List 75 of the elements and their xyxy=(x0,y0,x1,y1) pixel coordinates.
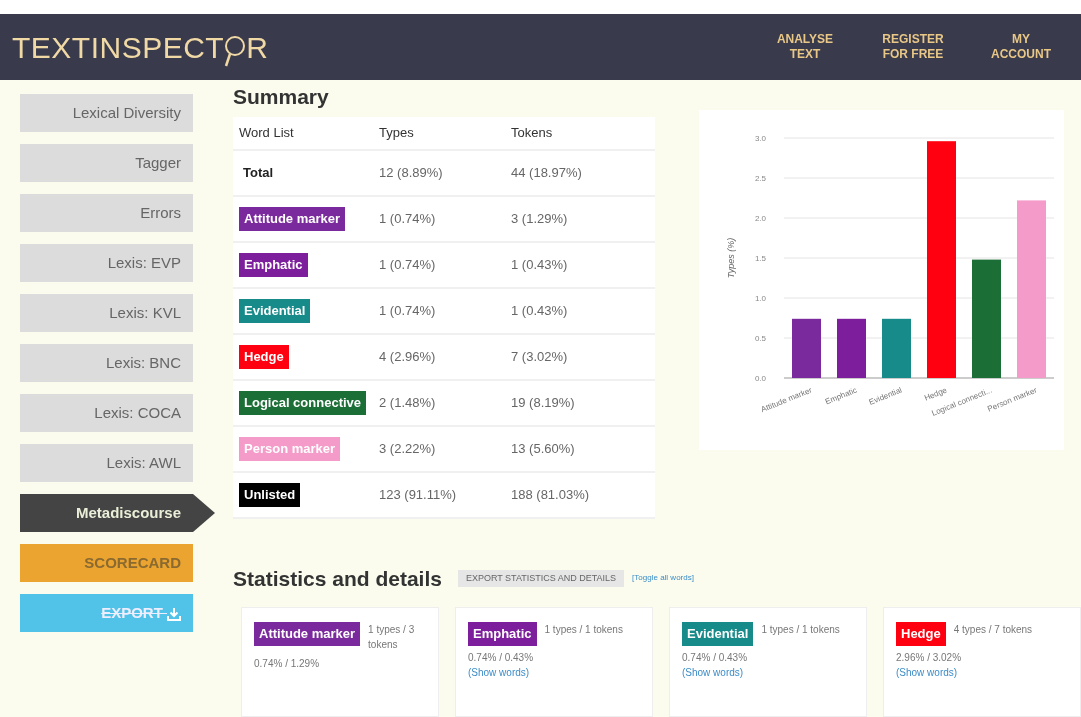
sidebar-item[interactable]: Lexis: EVP xyxy=(20,244,193,282)
count-text: 4 types / 7 tokens xyxy=(953,623,1033,637)
word-list-tag: Unlisted xyxy=(239,483,301,507)
column-header: Types xyxy=(379,124,415,143)
word-list-tag: Attitude marker xyxy=(239,207,346,231)
table-cell: 13 (5.60%) xyxy=(511,441,575,457)
sidebar-item[interactable]: Errors xyxy=(20,194,193,232)
export-statistics-button[interactable]: EXPORT STATISTICS AND DETAILS xyxy=(457,569,625,588)
percent-text: 0.74% / 0.43% xyxy=(682,650,749,665)
show-words-link[interactable]: (Show words) xyxy=(468,666,530,678)
magnifier-icon xyxy=(224,33,247,68)
table-cell-text: Total xyxy=(242,165,274,181)
table-cell: 123 (91.11%) xyxy=(379,487,457,503)
table-cell: 1 (0.74%) xyxy=(379,211,436,227)
bar xyxy=(792,318,821,378)
sidebar-item[interactable]: Lexis: KVL xyxy=(20,294,193,332)
word-list-tag: Emphatic xyxy=(239,253,308,277)
table-cell: 188 (81.03%) xyxy=(511,487,590,503)
percent-text: 0.74% / 1.29% xyxy=(254,657,321,671)
word-list-tag: Evidential xyxy=(239,299,311,323)
logo[interactable]: TEXTINSPECT R xyxy=(12,24,269,70)
word-list-tag: Person marker xyxy=(239,437,341,461)
word-list-tag: Emphatic xyxy=(468,622,537,646)
table-cell: 12 (8.89%) xyxy=(379,165,443,181)
word-list-tag: Evidential xyxy=(682,622,754,646)
table-cell: 19 (8.19%) xyxy=(511,395,575,411)
table-cell: 1 (0.43%) xyxy=(511,303,568,319)
sidebar-item[interactable]: Lexical Diversity xyxy=(20,94,193,132)
axis-tick-label: 1.5 xyxy=(754,254,766,263)
axis-tick-label: 0.0 xyxy=(754,374,766,383)
word-list-tag: Attitude marker xyxy=(254,622,361,646)
show-words-link[interactable]: (Show words) xyxy=(682,666,744,678)
axis-tick-label: 2.5 xyxy=(754,174,766,183)
table-cell: 2 (1.48%) xyxy=(379,395,436,411)
word-list-tag: Hedge xyxy=(896,622,946,646)
sidebar-item[interactable]: Tagger xyxy=(20,144,193,182)
table-cell: 3 (2.22%) xyxy=(379,441,436,457)
axis-tick-label: 1.0 xyxy=(754,294,766,303)
table-cell: 3 (1.29%) xyxy=(511,211,568,227)
scorecard-button[interactable]: SCORECARD xyxy=(20,544,193,582)
axis-tick-label: Attitude marker xyxy=(759,385,814,415)
bar xyxy=(837,318,866,378)
column-header: Tokens xyxy=(511,124,554,143)
table-cell: 1 (0.74%) xyxy=(379,257,436,273)
table-cell: 1 (0.74%) xyxy=(379,303,436,319)
sidebar-item[interactable]: Lexis: AWL xyxy=(20,444,193,482)
show-words-link[interactable]: (Show words) xyxy=(896,666,958,678)
count-text: 1 types / 3 tokens xyxy=(368,623,416,652)
axis-tick-label: Hedge xyxy=(923,385,949,403)
toggle-words-link[interactable]: [Toggle all words] xyxy=(632,572,694,585)
section-title: Statistics and details xyxy=(233,565,442,591)
bar xyxy=(882,318,911,378)
nav-link[interactable]: MY ACCOUNT xyxy=(979,31,1063,63)
word-list-tag: Logical connective xyxy=(239,391,367,415)
word-list-tag: Hedge xyxy=(239,345,289,369)
sidebar-item[interactable]: Lexis: BNC xyxy=(20,344,193,382)
axis-tick-label: 2.0 xyxy=(754,214,766,223)
count-text: 1 types / 1 tokens xyxy=(544,623,623,637)
column-header: Word List xyxy=(239,124,295,143)
axis-tick-label: 3.0 xyxy=(754,134,766,143)
table-cell: 1 (0.43%) xyxy=(511,257,568,273)
download-icon xyxy=(167,607,181,622)
table-cell: 44 (18.97%) xyxy=(511,165,582,181)
section-title: Summary xyxy=(233,84,330,110)
count-text: 1 types / 1 tokens xyxy=(761,623,840,637)
table-cell: 7 (3.02%) xyxy=(511,349,568,365)
table-cell: 4 (2.96%) xyxy=(379,349,436,365)
axis-tick-label: 0.5 xyxy=(754,334,766,343)
percent-text: 2.96% / 3.02% xyxy=(896,650,963,665)
percent-text: 0.74% / 0.43% xyxy=(468,650,535,665)
nav-link[interactable]: ANALYSE TEXT xyxy=(763,31,847,63)
axis-title: Types (%) xyxy=(726,237,736,279)
sidebar-item[interactable]: Lexis: COCA xyxy=(20,394,193,432)
nav-link[interactable]: REGISTER FOR FREE xyxy=(871,31,955,63)
sidebar-item[interactable]: Metadiscourse xyxy=(20,494,215,532)
